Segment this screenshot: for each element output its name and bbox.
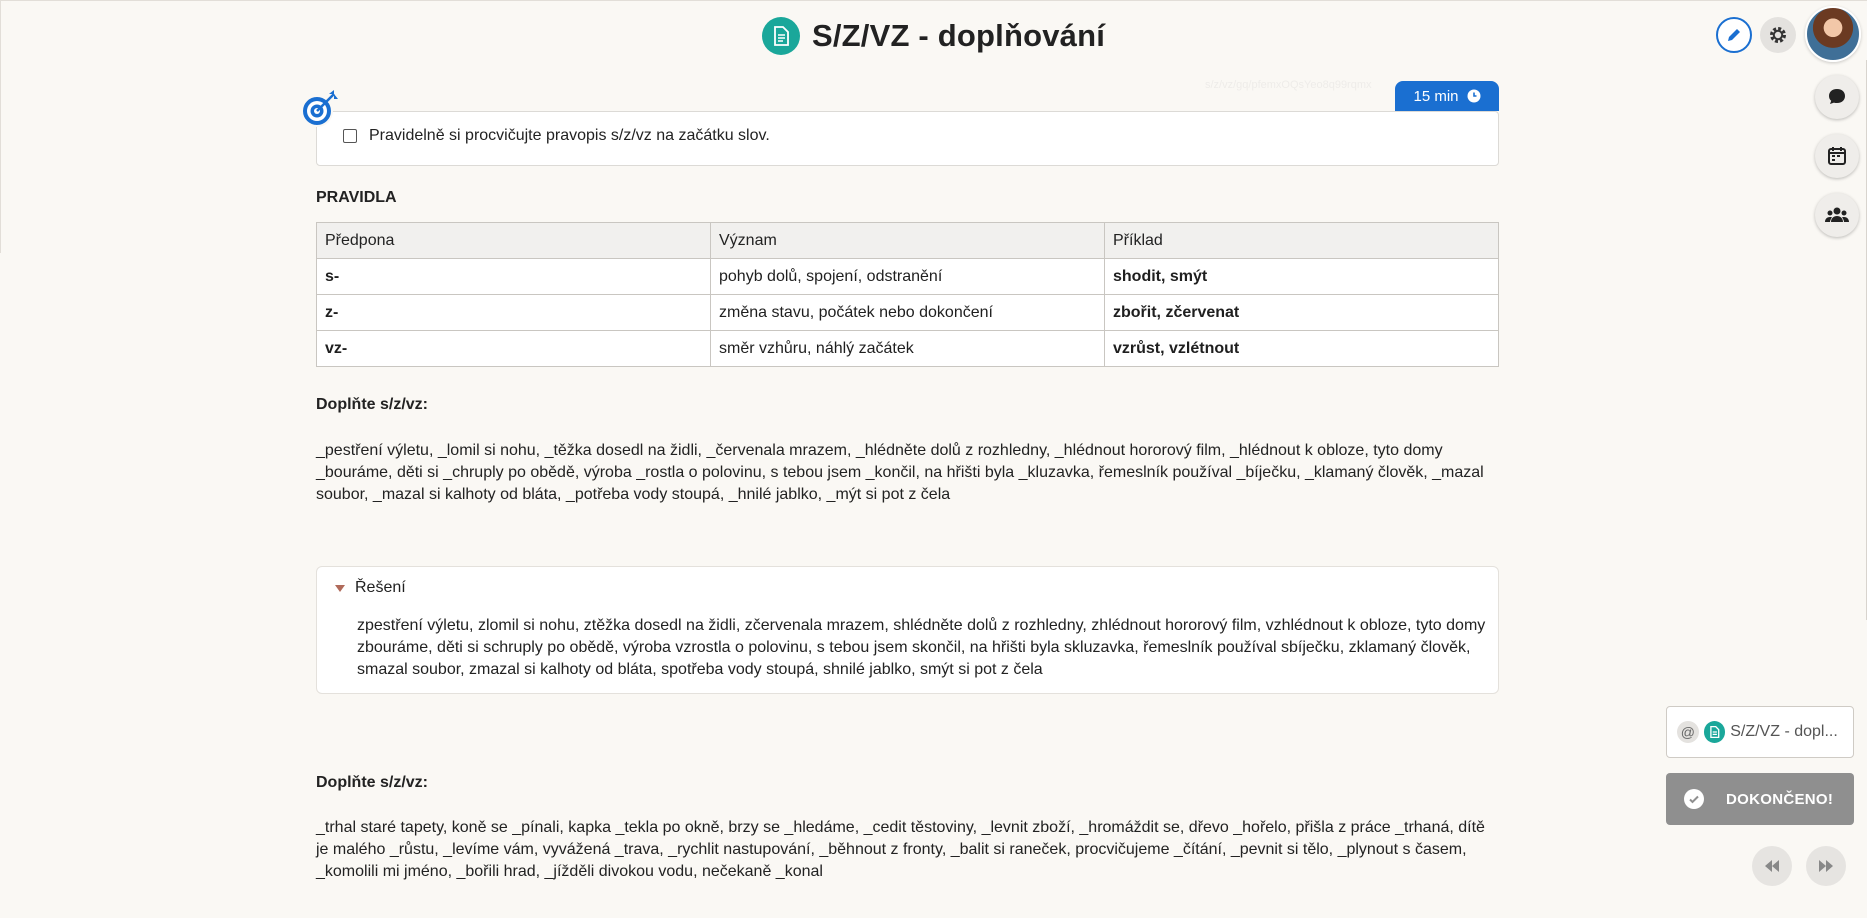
complete-button[interactable]: DOKONČENO! [1666,773,1854,825]
prefix-cell: z- [316,294,711,331]
edit-button[interactable] [1716,17,1752,53]
check-icon [1684,789,1704,809]
group-button[interactable] [1815,193,1859,237]
table-header-row: Předpona Význam Příklad [316,222,1499,259]
calendar-button[interactable] [1815,134,1859,178]
meaning-cell: pohyb dolů, spojení, odstranění [710,258,1105,295]
prefix-cell: s- [316,258,711,295]
user-avatar[interactable] [1805,6,1861,62]
page-title: S/Z/VZ - doplňování [811,18,1106,53]
pencil-icon [1728,29,1740,41]
goal-hidden-text: s/z/vz/gq/pfemxOQsYeo8q99rqmx [1205,79,1372,91]
group-icon [1825,207,1849,222]
example-cell: zbořit, zčervenat [1104,294,1499,331]
meaning-cell: změna stavu, počátek nebo dokončení [710,294,1105,331]
reference-chip[interactable]: @ S/Z/VZ - dopl... [1666,706,1854,758]
exercise-1-text: _pestření výletu, _lomil si nohu, _těžka… [316,442,1484,503]
rules-table: Předpona Význam Příklad s- pohyb dolů, s… [316,222,1499,367]
goal-text: Pravidelně si procvičujte pravopis s/z/v… [369,127,770,144]
chat-icon [1829,89,1845,104]
goal-box: Pravidelně si procvičujte pravopis s/z/v… [316,111,1499,166]
clock-icon [1467,89,1481,103]
time-badge: 15 min [1395,81,1499,111]
exercise-2-text: _trhal staré tapety, koně se _pínali, ka… [316,819,1485,880]
goal-checkbox[interactable] [343,129,357,143]
table-row: s- pohyb dolů, spojení, odstranění shodi… [316,258,1499,295]
complete-label: DOKONČENO! [1726,790,1834,808]
document-icon [1703,721,1726,743]
example-cell: vzrůst, vzlétnout [1104,330,1499,367]
at-icon: @ [1677,721,1699,743]
table-row: vz- směr vzhůru, náhlý začátek vzrůst, v… [316,330,1499,367]
rules-heading: PRAVIDLA [316,189,397,206]
column-header: Význam [710,222,1105,259]
solution-text: zpestření výletu, zlomil si nohu, ztěžka… [357,617,1486,678]
time-value: 15 min [1413,87,1459,105]
next-button[interactable] [1806,846,1846,886]
fast-forward-icon [1819,860,1833,872]
settings-button[interactable] [1760,17,1796,53]
solution-details: Řešení zpestření výletu, zlomil si nohu,… [316,566,1499,694]
table-row: z- změna stavu, počátek nebo dokončení z… [316,294,1499,331]
column-header: Předpona [316,222,711,259]
exercise-1-heading: Doplňte s/z/vz: [316,396,429,413]
solution-toggle[interactable]: Řešení [335,579,406,597]
prefix-cell: vz- [316,330,711,367]
rewind-icon [1765,860,1779,872]
reference-text: S/Z/VZ - dopl... [1730,723,1838,740]
gear-icon [1770,27,1786,43]
page-header: S/Z/VZ - doplňování [0,17,1867,55]
calendar-icon [1828,147,1846,165]
target-icon [301,90,338,127]
column-header: Příklad [1104,222,1499,259]
chat-button[interactable] [1815,75,1859,119]
previous-button[interactable] [1752,846,1792,886]
document-icon [761,17,800,55]
solution-label: Řešení [355,579,406,596]
meaning-cell: směr vzhůru, náhlý začátek [710,330,1105,367]
example-cell: shodit, smýt [1104,258,1499,295]
exercise-2-heading: Doplňte s/z/vz: [316,774,429,791]
caret-down-icon [335,584,345,592]
